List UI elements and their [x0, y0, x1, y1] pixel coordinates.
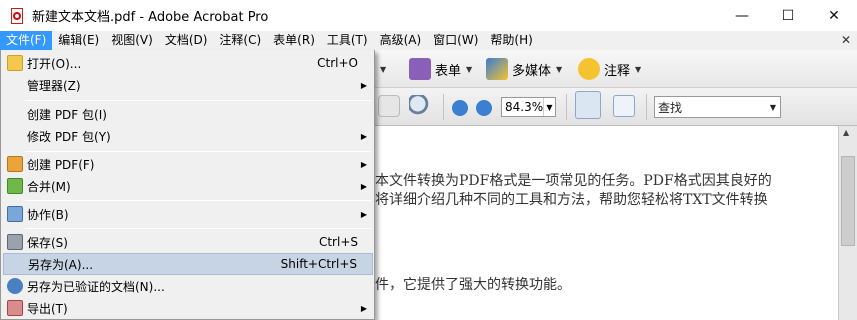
chevron-down-icon: ▼	[556, 64, 563, 74]
zoom-out-icon	[452, 100, 468, 116]
menu-window[interactable]: 窗口(W)	[427, 31, 484, 50]
chevron-down-icon[interactable]: ▼	[766, 97, 780, 117]
multimedia-button[interactable]: 多媒体 ▼	[486, 57, 562, 81]
menu-item-label: 创建 PDF 包(I)	[27, 107, 107, 122]
minimize-button[interactable]: —	[719, 0, 765, 31]
zoom-in-icon	[476, 100, 492, 116]
title-bar: 新建文本文档.pdf - Adobe Acrobat Pro — ☐ ✕	[0, 0, 857, 31]
window-title: 新建文本文档.pdf - Adobe Acrobat Pro	[32, 10, 269, 25]
save-icon	[7, 234, 23, 250]
zoom-in-button[interactable]	[476, 96, 496, 120]
create-pdf-icon	[7, 156, 23, 172]
submenu-arrow-icon: ▶	[360, 131, 367, 141]
document-text-line: 将详细介绍几种不同的工具和方法，帮助您轻松将TXT文件转换	[375, 192, 768, 208]
zoom-level-select[interactable]: 84.3% ▼	[501, 97, 556, 117]
comment-button[interactable]: 注释 ▼	[578, 57, 641, 81]
menu-item-label: 创建 PDF(F)	[27, 157, 95, 172]
menu-item-label: 修改 PDF 包(Y)	[27, 129, 111, 144]
document-close-icon[interactable]: ✕	[841, 33, 851, 47]
menu-item-create-pdf[interactable]: 创建 PDF(F) ▶	[3, 153, 373, 175]
hand-icon	[378, 95, 400, 117]
forms-button-label: 表单	[435, 63, 462, 79]
forms-button[interactable]: 表单 ▼	[409, 57, 472, 81]
combine-icon	[7, 178, 23, 194]
menu-item-shortcut: Ctrl+S	[318, 235, 358, 249]
menu-item-create-pdf-package[interactable]: 创建 PDF 包(I)	[3, 103, 373, 125]
zoom-level-value: 84.3%	[505, 100, 544, 114]
chevron-down-icon: ▼	[635, 64, 642, 74]
menu-item-shortcut: Ctrl+O	[317, 56, 358, 70]
submenu-arrow-icon: ▶	[360, 181, 367, 191]
menu-item-label: 另存为已验证的文档(N)...	[27, 279, 165, 294]
menu-item-save-as[interactable]: 另存为(A)... Shift+Ctrl+S	[3, 253, 373, 275]
search-placeholder: 查找	[658, 100, 683, 115]
window-controls: — ☐ ✕	[719, 0, 857, 31]
comment-button-label: 注释	[604, 63, 631, 79]
menu-item-label: 协作(B)	[27, 207, 69, 222]
scrollbar-thumb[interactable]	[841, 156, 855, 246]
pdf-page: 本文件转换为PDF格式是一项常见的任务。PDF格式因其良好的 将详细介绍几种不同…	[310, 126, 838, 320]
multimedia-button-label: 多媒体	[512, 63, 552, 79]
form-icon	[409, 58, 431, 80]
hand-tool-button[interactable]	[378, 94, 404, 118]
multimedia-icon	[486, 58, 508, 80]
submenu-arrow-icon: ▶	[360, 209, 367, 219]
zoom-tool-button[interactable]	[409, 94, 435, 118]
collaborate-icon	[7, 206, 23, 222]
submenu-arrow-icon: ▶	[360, 159, 367, 169]
menu-item-save[interactable]: 保存(S) Ctrl+S	[3, 231, 373, 253]
search-input[interactable]: 查找 ▼	[654, 96, 781, 118]
magnifier-icon	[409, 95, 431, 117]
menu-tools[interactable]: 工具(T)	[321, 31, 374, 50]
submenu-arrow-icon: ▶	[360, 303, 367, 313]
menu-help[interactable]: 帮助(H)	[484, 31, 538, 50]
menu-advanced[interactable]: 高级(A)	[374, 31, 428, 50]
submenu-arrow-icon: ▶	[360, 80, 367, 90]
menu-document[interactable]: 文档(D)	[159, 31, 214, 50]
fit-page-button[interactable]	[613, 94, 639, 118]
menu-item-label: 导出(T)	[27, 301, 68, 316]
chevron-down-icon: ▼	[380, 64, 387, 74]
menu-file[interactable]: 文件(F)	[0, 31, 53, 50]
menu-item-label: 管理器(Z)	[27, 78, 81, 93]
menu-item-organizer[interactable]: 管理器(Z) ▶	[3, 74, 373, 96]
menu-item-export[interactable]: 导出(T) ▶	[3, 297, 373, 319]
menu-item-shortcut: Shift+Ctrl+S	[280, 257, 357, 271]
document-text-line: 件，它提供了强大的转换功能。	[375, 277, 571, 293]
folder-icon	[7, 55, 23, 71]
menu-item-label: 合并(M)	[27, 179, 71, 194]
acrobat-app-icon	[8, 7, 26, 25]
menu-comments[interactable]: 注释(C)	[213, 31, 267, 50]
vertical-scrollbar[interactable]: ▲	[838, 126, 857, 320]
menu-forms[interactable]: 表单(R)	[267, 31, 321, 50]
menu-item-label: 保存(S)	[27, 235, 68, 250]
menu-item-save-as-certified[interactable]: 另存为已验证的文档(N)...	[3, 275, 373, 297]
scroll-up-icon[interactable]: ▲	[843, 128, 849, 137]
menu-edit[interactable]: 编辑(E)	[52, 31, 105, 50]
fit-page-icon	[613, 95, 635, 117]
chevron-down-icon: ▼	[466, 64, 473, 74]
menu-item-collaborate[interactable]: 协作(B) ▶	[3, 203, 373, 225]
menu-bar: 文件(F) 编辑(E) 视图(V) 文档(D) 注释(C) 表单(R) 工具(T…	[0, 31, 857, 50]
menu-view[interactable]: 视图(V)	[105, 31, 159, 50]
file-menu-dropdown: 打开(O)... Ctrl+O 管理器(Z) ▶ 创建 PDF 包(I) 修改 …	[0, 50, 375, 320]
chevron-down-icon[interactable]: ▼	[543, 98, 555, 116]
export-icon	[7, 300, 23, 316]
close-button[interactable]: ✕	[811, 0, 857, 31]
fit-width-button[interactable]	[575, 91, 605, 119]
maximize-button[interactable]: ☐	[765, 0, 811, 31]
menu-item-label: 打开(O)...	[27, 56, 82, 71]
comment-icon	[578, 58, 600, 80]
menu-item-combine[interactable]: 合并(M) ▶	[3, 175, 373, 197]
menu-item-modify-pdf-package[interactable]: 修改 PDF 包(Y) ▶	[3, 125, 373, 147]
document-text-line: 本文件转换为PDF格式是一项常见的任务。PDF格式因其良好的	[375, 173, 772, 189]
menu-item-open[interactable]: 打开(O)... Ctrl+O	[3, 52, 373, 74]
previous-button-dropdown[interactable]: ▼	[375, 57, 386, 81]
zoom-out-button[interactable]	[452, 96, 472, 120]
fit-width-icon	[575, 91, 601, 119]
menu-item-label: 另存为(A)...	[28, 257, 94, 272]
certified-ribbon-icon	[7, 278, 23, 294]
